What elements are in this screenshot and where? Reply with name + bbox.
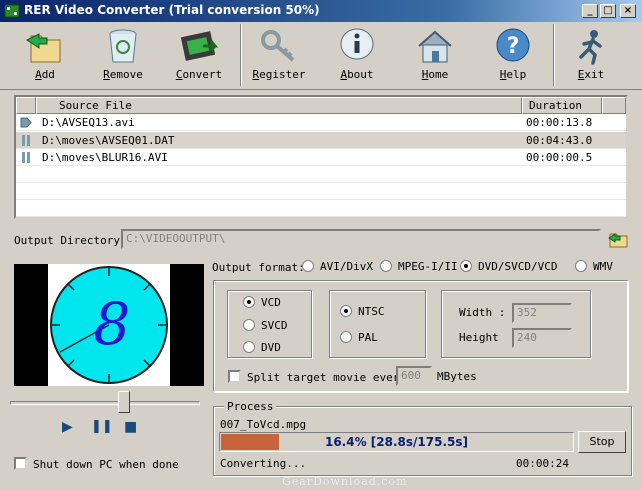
pause-state-icon [22,152,30,163]
split-size-field[interactable]: 600 [396,366,432,386]
duration-cell: 00:04:43.0 [526,134,593,147]
format-avi-radio[interactable]: AVI/DivX [302,260,373,273]
format-wmv-radio[interactable]: WMV [575,260,613,273]
watermark: GearDownload.com [282,475,408,488]
tv-system-group [329,290,426,358]
empty-row [16,200,626,217]
home-label: Home [421,68,449,81]
help-question-icon: ? [496,28,530,62]
countdown-clock-icon: 8 [50,266,168,384]
tv-ntsc-radio[interactable]: NTSC [340,305,385,318]
process-group-title: Process [224,400,277,413]
width-field[interactable]: 352 [512,303,572,323]
disc-dvd-radio[interactable]: DVD [243,341,281,354]
split-checkbox[interactable] [228,370,241,383]
shutdown-option[interactable]: Shut down PC when done [14,457,179,471]
info-icon [340,28,374,60]
pause-state-icon [22,135,30,146]
file-row[interactable]: D:\AVSEQ13.avi 00:00:13.8 [16,114,626,131]
seek-slider-track[interactable] [10,401,200,405]
split-label: Split target movie every [247,371,406,384]
source-file-column-header[interactable]: Source File [36,97,522,114]
source-file-cell: D:\AVSEQ13.avi [42,116,135,129]
process-elapsed-time: 00:00:24 [516,457,569,470]
play-state-icon [20,117,32,128]
svg-text:?: ? [507,34,520,59]
convert-button[interactable]: Convert [164,24,234,88]
file-list[interactable]: Source File Duration D:\AVSEQ13.avi 00:0… [14,95,628,219]
recycle-bin-icon [109,29,137,63]
source-file-cell: D:\moves\BLUR16.AVI [42,151,168,164]
about-button[interactable]: About [322,24,392,88]
about-label: About [340,68,374,81]
duration-cell: 00:00:00.5 [526,151,593,164]
seek-slider-thumb[interactable] [118,391,130,413]
output-directory-label: Output Directory: [14,234,127,247]
add-button[interactable]: Add [10,24,80,88]
progress-text: 16.4% [28.8s/175.5s] [324,435,468,449]
stop-conversion-button[interactable]: Stop [578,431,626,453]
countdown-digit: 8 [94,290,131,358]
disc-vcd-radio[interactable]: VCD [243,296,281,309]
conversion-progress-bar: 16.4% [28.8s/175.5s] [219,432,574,452]
help-button[interactable]: ? Help [478,24,548,88]
shutdown-label: Shut down PC when done [33,458,179,471]
title-bar: RER Video Converter (Trial conversion 50… [0,0,642,22]
add-folder-icon [26,33,61,63]
remove-label: Remove [103,68,143,81]
browse-folder-icon[interactable] [607,229,629,249]
toolbar-separator [240,24,242,86]
convert-label: Convert [175,68,223,81]
app-film-icon [4,4,20,18]
file-row[interactable]: D:\moves\BLUR16.AVI 00:00:00.5 [16,149,626,166]
register-button[interactable]: Register [244,24,314,88]
key-icon [261,30,295,62]
format-mpeg-radio[interactable]: MPEG-I/II [380,260,458,273]
width-label: Width : [459,306,506,319]
split-option[interactable]: Split target movie every [228,370,406,384]
toolbar: Add Remove Convert Register About Home ?… [0,22,642,90]
tv-pal-radio[interactable]: PAL [340,331,378,344]
duration-cell: 00:00:13.8 [526,116,593,129]
exit-running-man-icon [579,30,602,65]
exit-label: Exit [577,68,605,81]
disc-svcd-radio[interactable]: SVCD [243,319,288,332]
video-preview: 8 [14,264,204,386]
convert-film-icon [180,31,219,61]
preview-frame: 8 [48,264,170,386]
home-icon [418,30,452,63]
duration-column-header[interactable]: Duration [522,97,602,114]
stop-icon[interactable]: ■ [124,419,137,435]
home-button[interactable]: Home [400,24,470,88]
pause-icon[interactable]: ❚❚ [91,419,113,434]
maximize-button[interactable]: □ [600,4,616,18]
shutdown-checkbox[interactable] [14,457,27,470]
height-field[interactable]: 240 [512,328,572,348]
play-icon[interactable]: ▶ [62,419,73,435]
icon-column-header[interactable] [16,97,36,114]
output-directory-field[interactable]: C:\VIDEOOUTPUT\ [121,229,601,249]
empty-row [16,166,626,183]
remove-button[interactable]: Remove [88,24,158,88]
add-label: Add [35,68,55,81]
process-status: Converting... [220,457,307,470]
empty-row [16,183,626,200]
file-row-selected[interactable]: D:\moves\AVSEQ01.DAT 00:04:43.0 [16,132,626,149]
register-label: Register [252,68,306,81]
exit-button[interactable]: Exit [556,24,626,88]
output-format-label: Output format: [212,261,305,274]
close-button[interactable]: × [620,4,636,18]
source-file-cell: D:\moves\AVSEQ01.DAT [42,134,175,147]
process-filename: 007_ToVcd.mpg [220,418,307,431]
split-unit-label: MBytes [437,370,477,383]
height-label: Height [459,331,499,344]
toolbar-separator [553,24,555,86]
empty-column-header [602,97,626,114]
file-list-header: Source File Duration [16,97,626,114]
format-dvd-radio[interactable]: DVD/SVCD/VCD [460,260,557,273]
help-label: Help [499,68,527,81]
minimize-button[interactable]: _ [582,4,598,18]
window-title: RER Video Converter (Trial conversion 50… [24,3,320,17]
